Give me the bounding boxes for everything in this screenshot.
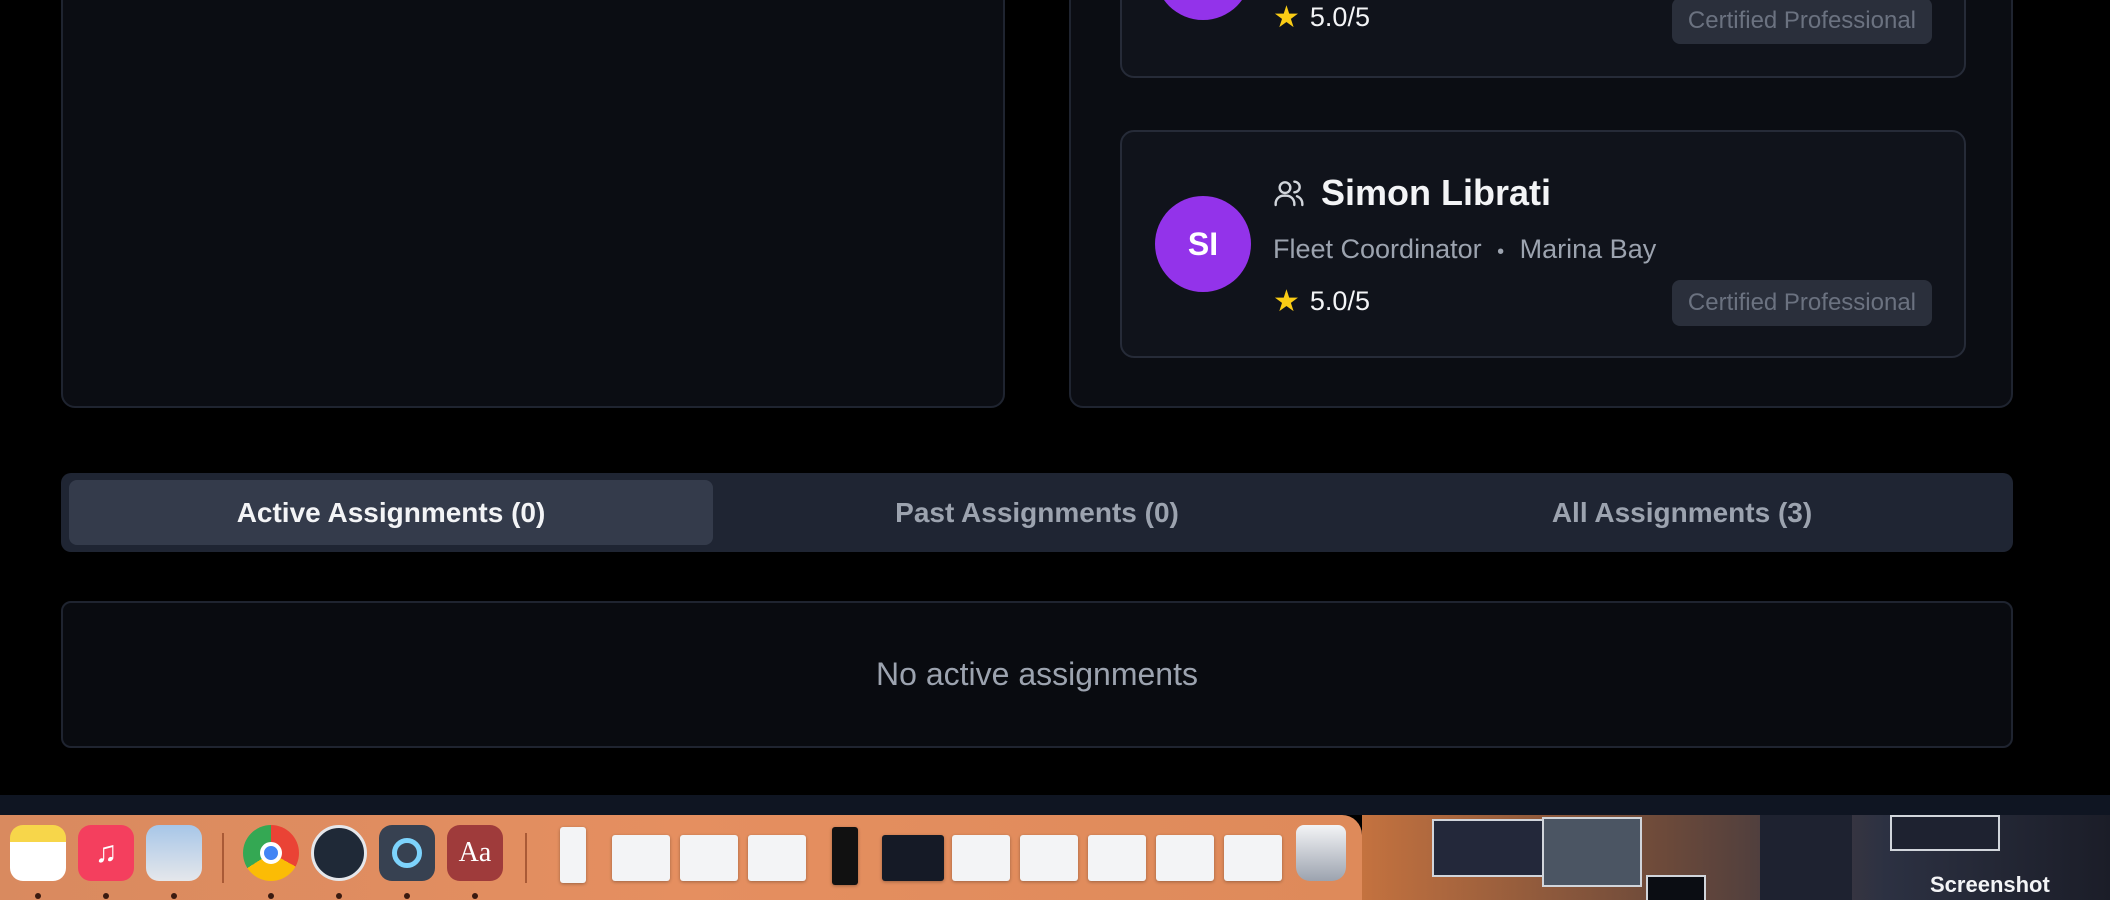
team-members-panel: ★ 5.0/5 Certified Professional SI Simon … xyxy=(1069,0,2013,408)
member-subtitle: Fleet Coordinator • Marina Bay xyxy=(1273,234,1656,265)
assignments-tabs: Active Assignments (0) Past Assignments … xyxy=(61,473,2013,552)
certified-badge: Certified Professional xyxy=(1671,280,1932,326)
trash-icon[interactable] xyxy=(1296,825,1346,881)
avatar xyxy=(1155,0,1251,20)
member-card[interactable]: ★ 5.0/5 Certified Professional xyxy=(1120,0,1966,78)
dock: ♫ Aa xyxy=(0,815,1362,900)
dock-separator xyxy=(222,833,224,883)
preview-icon[interactable] xyxy=(146,825,202,881)
certified-badge: Certified Professional xyxy=(1671,0,1932,44)
separator-dot: • xyxy=(1497,241,1505,263)
member-card[interactable]: SI Simon Librati Fleet Coordinator • Mar… xyxy=(1120,130,1966,358)
users-icon xyxy=(1274,180,1304,207)
desktop-screenshot-thumbnail[interactable] xyxy=(1432,819,1548,877)
dictionary-icon[interactable]: Aa xyxy=(447,825,503,881)
running-indicator xyxy=(336,893,342,899)
running-indicator xyxy=(103,893,109,899)
member-role: Fleet Coordinator xyxy=(1273,234,1482,264)
tab-active-assignments[interactable]: Active Assignments (0) xyxy=(69,480,713,545)
running-indicator xyxy=(171,893,177,899)
running-indicator xyxy=(472,893,478,899)
running-indicator xyxy=(268,893,274,899)
window-thumbnail[interactable] xyxy=(1224,835,1282,881)
member-location: Marina Bay xyxy=(1519,234,1657,264)
desktop-screenshot-thumbnail[interactable] xyxy=(1646,875,1706,900)
tab-past-assignments[interactable]: Past Assignments (0) xyxy=(715,480,1359,545)
quicktime-icon[interactable] xyxy=(379,825,435,881)
window-thumbnail[interactable] xyxy=(1020,835,1078,881)
left-panel xyxy=(61,0,1005,408)
window-thumbnail[interactable] xyxy=(612,835,670,881)
window-thumbnail[interactable] xyxy=(882,835,944,881)
empty-state-panel: No active assignments xyxy=(61,601,2013,748)
music-icon[interactable]: ♫ xyxy=(78,825,134,881)
dock-separator xyxy=(525,833,527,883)
chrome-icon[interactable] xyxy=(243,825,299,881)
window-thumbnail[interactable] xyxy=(680,835,738,881)
rating: ★ 5.0/5 xyxy=(1273,2,1370,33)
tab-all-assignments[interactable]: All Assignments (3) xyxy=(1360,480,2004,545)
document-thumbnail[interactable] xyxy=(560,827,586,883)
dock-strip xyxy=(0,795,2110,815)
desktop-screenshot-thumbnail[interactable] xyxy=(1760,815,1852,900)
universal-audio-icon[interactable] xyxy=(311,825,367,881)
rating-value: 5.0/5 xyxy=(1309,2,1370,32)
rating-value: 5.0/5 xyxy=(1309,286,1370,316)
window-thumbnail[interactable] xyxy=(748,835,806,881)
member-name-row: Simon Librati xyxy=(1273,172,1551,214)
star-icon: ★ xyxy=(1273,284,1300,318)
member-name: Simon Librati xyxy=(1321,172,1552,213)
notes-icon[interactable] xyxy=(10,825,66,881)
rating: ★ 5.0/5 xyxy=(1273,286,1370,317)
desktop-screenshot-thumbnail[interactable] xyxy=(1890,815,2000,851)
star-icon: ★ xyxy=(1273,0,1300,34)
avatar: SI xyxy=(1155,196,1251,292)
window-thumbnail[interactable] xyxy=(1156,835,1214,881)
running-indicator xyxy=(35,893,41,899)
window-thumbnail[interactable] xyxy=(1088,835,1146,881)
screenshot-file-label[interactable]: Screenshot xyxy=(1930,872,2050,898)
empty-state-text: No active assignments xyxy=(876,656,1198,692)
window-thumbnail[interactable] xyxy=(952,835,1010,881)
desktop-screenshot-thumbnail[interactable] xyxy=(1542,817,1642,887)
window-thumbnail[interactable] xyxy=(832,827,858,885)
running-indicator xyxy=(404,893,410,899)
